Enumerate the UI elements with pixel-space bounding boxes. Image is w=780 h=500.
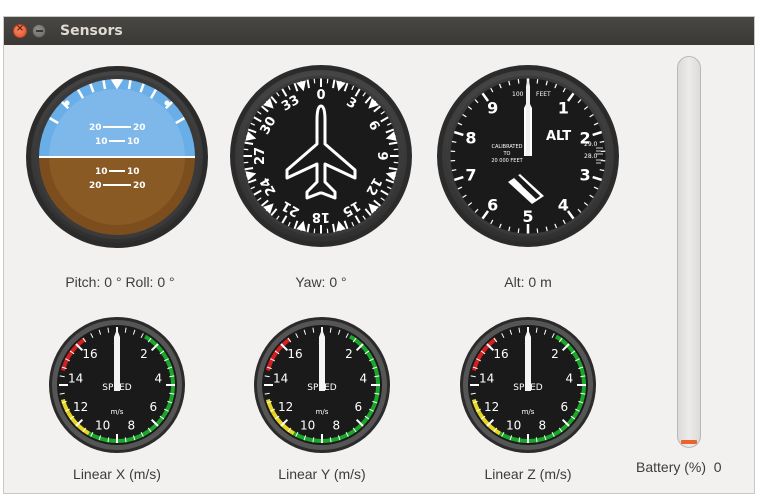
speed-dial-label: 16 bbox=[287, 347, 302, 361]
pitch-ladder-label: 10 bbox=[95, 137, 108, 147]
pitch-ladder-label: 20 bbox=[89, 181, 102, 191]
linear-z-label: Linear Z (m/s) bbox=[484, 466, 572, 482]
altimeter-dial-label: 4 bbox=[558, 196, 569, 215]
speed-unit-label: m/s bbox=[316, 408, 329, 416]
yaw-value: 0 bbox=[329, 274, 338, 290]
pitch-ladder-label: 10 bbox=[127, 137, 140, 147]
altimeter-dial-label: 7 bbox=[465, 166, 476, 185]
pitch-ladder-label: 10 bbox=[127, 167, 140, 177]
altimeter-dial-label: 8 bbox=[465, 128, 476, 147]
linear-x-gauge: 0246810121416SPEEDm/s bbox=[49, 317, 185, 453]
heading-dial-label: 9 bbox=[374, 151, 389, 160]
speed-needle bbox=[319, 329, 325, 391]
roll-value: 0 bbox=[157, 274, 166, 290]
heading-indicator: 0 3691215182124273033 bbox=[230, 65, 412, 247]
battery-value: 0 bbox=[713, 459, 722, 475]
degree-symbol: ° bbox=[169, 274, 175, 290]
yaw-label: Yaw: bbox=[295, 274, 326, 290]
battery-label: Battery (%) bbox=[636, 459, 707, 475]
linear-y-gauge: 0246810121416SPEEDm/s bbox=[254, 317, 390, 453]
roll-label: Roll: bbox=[125, 274, 154, 290]
speed-dial-label: 2 bbox=[551, 347, 559, 361]
degree-symbol: ° bbox=[115, 274, 122, 290]
speed-dial-label: 4 bbox=[155, 372, 163, 386]
speed-dial-label: 12 bbox=[484, 400, 499, 414]
altimeter-unit-label: FEET bbox=[536, 91, 551, 98]
speed-unit-label: m/s bbox=[111, 408, 124, 416]
speed-dial-label: 10 bbox=[506, 418, 521, 432]
yaw-readout: Yaw: 0 ° bbox=[261, 274, 381, 290]
altimeter-dial-label: 9 bbox=[487, 98, 498, 117]
speed-dial-label: 16 bbox=[493, 347, 508, 361]
attitude-indicator: 20 20 10 10 10 10 20 20 bbox=[26, 66, 208, 248]
pitch-ladder-label: 20 bbox=[133, 181, 146, 191]
speed-dial-label: 12 bbox=[278, 400, 293, 414]
altimeter-face-label: ALT bbox=[546, 129, 571, 144]
speed-dial-label: 10 bbox=[300, 418, 315, 432]
pitch-ladder-label: 20 bbox=[133, 123, 146, 133]
battery-bar bbox=[677, 56, 701, 448]
battery-readout: Battery (%) 0 bbox=[636, 459, 746, 475]
degree-symbol: ° bbox=[341, 274, 347, 290]
minimize-button[interactable] bbox=[32, 24, 46, 38]
heading-dial-label: 18 bbox=[312, 209, 330, 224]
close-button[interactable]: × bbox=[13, 23, 27, 38]
speed-dial-label: 6 bbox=[355, 400, 363, 414]
pitch-ladder-label: 10 bbox=[95, 167, 108, 177]
speed-dial-label: 14 bbox=[479, 372, 494, 386]
speed-dial-label: 12 bbox=[73, 400, 88, 414]
speed-dial-label: 14 bbox=[68, 372, 83, 386]
speed-dial-label: 6 bbox=[561, 400, 569, 414]
minimize-icon bbox=[36, 30, 43, 32]
linear-z-gauge: 0246810121416SPEEDm/s bbox=[460, 317, 596, 453]
close-icon: × bbox=[15, 23, 25, 34]
linear-x-label: Linear X (m/s) bbox=[73, 466, 161, 482]
speed-needle bbox=[525, 329, 531, 391]
altitude-value: 0 bbox=[528, 274, 537, 290]
speed-dial-label: 10 bbox=[95, 418, 110, 432]
altimeter-dial-label: 3 bbox=[579, 166, 590, 185]
speed-dial-label: 8 bbox=[333, 418, 341, 432]
altimeter-needle-long bbox=[526, 78, 530, 156]
battery-level-fill bbox=[681, 440, 697, 444]
linear-y-label: Linear Y (m/s) bbox=[278, 466, 366, 482]
speed-dial-label: 8 bbox=[539, 418, 547, 432]
speed-unit-label: m/s bbox=[522, 408, 535, 416]
altimeter: 123456789 100 FEET ALT CALIBRATED TO 20 … bbox=[437, 65, 619, 247]
speed-dial-label: 6 bbox=[150, 400, 158, 414]
speed-needle bbox=[114, 329, 120, 391]
altitude-unit: m bbox=[540, 274, 552, 290]
attitude-readout: Pitch: 0 ° Roll: 0 ° bbox=[40, 274, 200, 290]
speed-dial-label: 14 bbox=[273, 372, 288, 386]
pressure-scale-label: 28.0 bbox=[584, 153, 598, 160]
calibration-text: CALIBRATED bbox=[492, 144, 523, 150]
speed-dial-label: 4 bbox=[360, 372, 368, 386]
speed-dial-label: 16 bbox=[82, 347, 97, 361]
speed-dial-label: 8 bbox=[128, 418, 136, 432]
heading-dial-label: 27 bbox=[253, 147, 268, 165]
pressure-scale-label: 29.0 bbox=[584, 141, 598, 148]
altimeter-dial-label: 1 bbox=[558, 98, 569, 117]
title-bar[interactable]: × Sensors bbox=[4, 17, 754, 45]
speed-dial-label: 2 bbox=[345, 347, 353, 361]
speed-dial-label: 4 bbox=[566, 372, 574, 386]
pitch-label: Pitch: bbox=[65, 274, 101, 290]
altimeter-dial-label: 5 bbox=[522, 207, 533, 226]
window-title: Sensors bbox=[60, 23, 123, 39]
altimeter-scale-label: 100 bbox=[512, 91, 524, 98]
altimeter-dial-label: 6 bbox=[487, 196, 498, 215]
altitude-label: Alt: bbox=[504, 274, 525, 290]
calibration-text: TO bbox=[503, 151, 511, 157]
calibration-text: 20 000 FEET bbox=[491, 158, 523, 164]
pitch-ladder-label: 20 bbox=[89, 123, 102, 133]
speed-dial-label: 2 bbox=[140, 347, 148, 361]
pitch-value: 0 bbox=[104, 274, 113, 290]
altitude-readout: Alt: 0 m bbox=[468, 274, 588, 290]
heading-dial-label: 0 bbox=[316, 88, 325, 103]
